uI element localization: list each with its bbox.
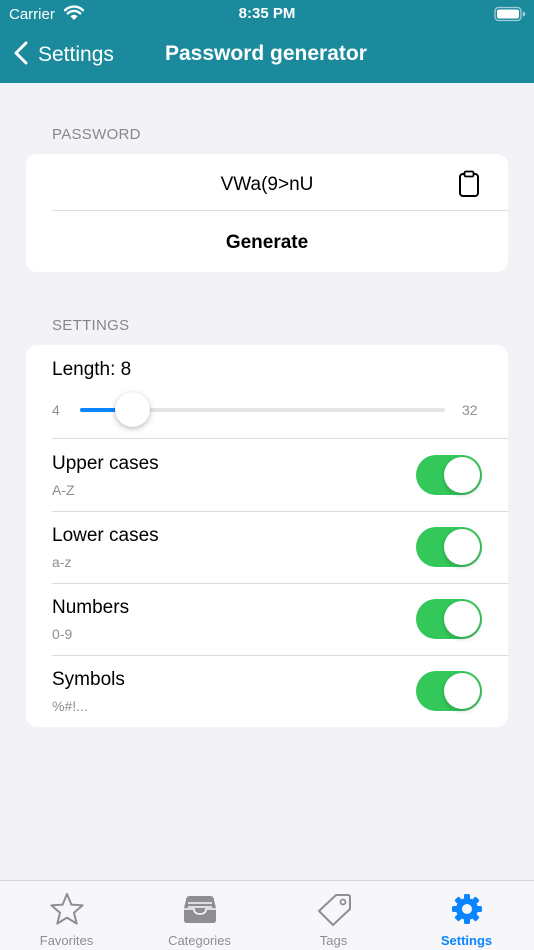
toggle-knob <box>444 601 480 637</box>
option-upper-cases: Upper cases A-Z <box>26 439 508 511</box>
tab-categories[interactable]: Categories <box>133 881 266 950</box>
option-title: Upper cases <box>52 453 159 474</box>
tab-settings[interactable]: Settings <box>400 881 533 950</box>
navigation-bar: Settings Password generator <box>0 30 534 83</box>
toggle-knob <box>444 673 480 709</box>
tab-label: Settings <box>440 933 493 948</box>
tray-icon <box>133 892 266 928</box>
option-title: Symbols <box>52 669 125 690</box>
upper-cases-toggle[interactable] <box>416 455 482 495</box>
slider-min-label: 4 <box>52 402 60 418</box>
option-subtitle: %#!... <box>52 698 88 714</box>
generate-button-label: Generate <box>225 232 309 253</box>
tab-label: Categories <box>168 933 231 948</box>
gear-icon <box>400 892 533 928</box>
password-value: VWa(9>nU <box>220 174 314 195</box>
password-row: VWa(9>nU <box>26 154 508 211</box>
option-symbols: Symbols %#!... <box>26 655 508 727</box>
star-icon <box>0 892 133 928</box>
length-label: Length: 8 <box>52 359 132 380</box>
back-button-label: Settings <box>38 43 114 66</box>
chevron-left-icon <box>14 41 28 70</box>
toggle-knob <box>444 529 480 565</box>
tab-label: Favorites <box>39 933 94 948</box>
password-section-header: PASSWORD <box>52 126 141 143</box>
slider-max-label: 32 <box>462 402 478 418</box>
password-card: VWa(9>nU Generate <box>26 154 508 272</box>
settings-section-header: SETTINGS <box>52 317 130 334</box>
battery-icon <box>494 6 526 27</box>
toggle-knob <box>444 457 480 493</box>
status-bar: Carrier 8:35 PM <box>0 0 534 30</box>
tab-favorites[interactable]: Favorites <box>0 881 133 950</box>
numbers-toggle[interactable] <box>416 599 482 639</box>
option-subtitle: a-z <box>52 554 72 570</box>
option-lower-cases: Lower cases a-z <box>26 511 508 583</box>
lower-cases-toggle[interactable] <box>416 527 482 567</box>
back-button[interactable]: Settings <box>14 39 114 71</box>
tab-tags[interactable]: Tags <box>267 881 400 950</box>
option-subtitle: 0-9 <box>52 626 73 642</box>
symbols-toggle[interactable] <box>416 671 482 711</box>
option-title: Numbers <box>52 597 130 618</box>
settings-card: Length: 8 4 32 Upper cases A-Z Lower cas… <box>26 345 508 727</box>
page-title: Password generator <box>165 42 367 65</box>
generate-button[interactable]: Generate <box>26 211 508 272</box>
option-numbers: Numbers 0-9 <box>26 583 508 655</box>
option-title: Lower cases <box>52 525 159 546</box>
length-slider-thumb[interactable] <box>114 392 150 427</box>
tab-label: Tags <box>319 933 348 948</box>
tag-icon <box>267 892 400 928</box>
clipboard-icon[interactable] <box>458 170 480 203</box>
clock: 8:35 PM <box>238 5 296 22</box>
tab-bar: Favorites Categories Tags Settings <box>0 880 534 950</box>
option-subtitle: A-Z <box>52 482 75 498</box>
